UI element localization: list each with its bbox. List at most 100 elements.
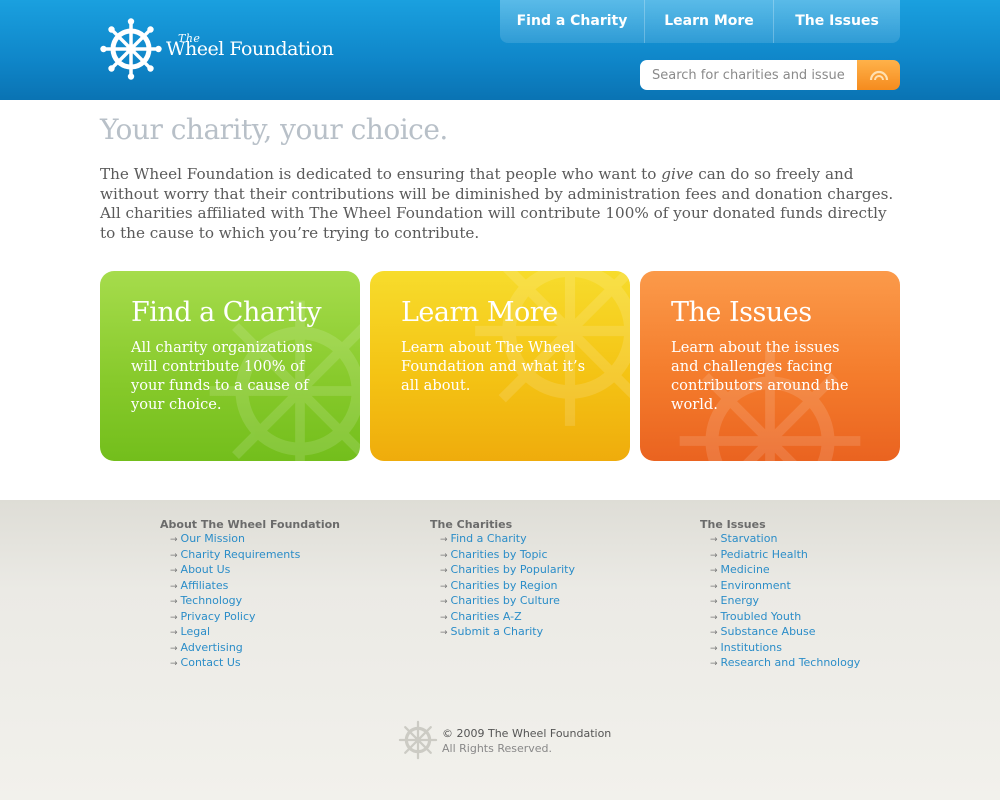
arrow-right-icon: → xyxy=(440,581,448,592)
footer-link-label: Environment xyxy=(720,578,791,592)
footer-link-label: Starvation xyxy=(720,532,778,545)
arrow-right-icon: → xyxy=(710,612,718,623)
footer-link-label: Institutions xyxy=(720,640,782,654)
ship-wheel-icon xyxy=(100,18,162,80)
intro-emphasis: give xyxy=(661,165,694,183)
footer-column-charities: The Charities → Find a Charity → Charities… xyxy=(430,518,690,641)
footer-link[interactable]: → Privacy Policy xyxy=(170,610,420,626)
footer-link-label: Our Mission xyxy=(180,532,245,545)
footer-link[interactable]: → Starvation xyxy=(710,532,960,548)
footer-link-label: Contact Us xyxy=(180,656,241,669)
card-the-issues-wrap: The Issues Learn about the issues and ch… xyxy=(640,271,900,487)
arrow-right-icon: → xyxy=(440,628,448,638)
nav-find-a-charity[interactable]: Find a Charity xyxy=(500,0,645,43)
intro-paragraph: The Wheel Foundation is dedicated to ens… xyxy=(100,165,900,243)
footer-link-list: → Our Mission → Charity Requirements → Abou… xyxy=(160,532,420,672)
footer-link[interactable]: → Pediatric Health xyxy=(710,548,960,564)
footer-link-label: Energy xyxy=(720,594,760,607)
footer-link-label: Research and Technology xyxy=(720,656,861,669)
footer-heading: The Charities xyxy=(430,518,513,531)
footer-link-label: Medicine xyxy=(720,563,770,576)
card-text: Learn about The Wheel Foundation and wha… xyxy=(401,339,586,394)
card-the-issues[interactable]: The Issues Learn about the issues and ch… xyxy=(640,271,900,461)
arrow-right-icon: → xyxy=(710,535,718,545)
intro-text-1: The Wheel Foundation is dedicated to ens… xyxy=(100,165,662,183)
copyright: © 2009 The Wheel Foundation All Rights R… xyxy=(398,720,628,760)
arrow-right-icon: → xyxy=(170,535,178,545)
arrow-right-icon: → xyxy=(710,597,718,607)
footer-link-list: → Starvation → Pediatric Health → Medicine … xyxy=(700,532,960,672)
footer-column-about: About The Wheel Foundation → Our Mission … xyxy=(160,518,420,672)
footer-link-label: Pediatric Health xyxy=(720,547,808,561)
footer-column-issues: The Issues → Starvation → Pediatric Health… xyxy=(700,518,960,672)
footer-link[interactable]: → Energy xyxy=(710,594,960,610)
footer-link-label: Charities by Topic xyxy=(450,547,548,561)
footer-link[interactable]: → Charities by Region xyxy=(440,579,690,595)
footer-link[interactable]: → Submit a Charity xyxy=(440,625,690,641)
arrow-right-icon: → xyxy=(170,628,178,638)
page-headline: Your charity, your choice. xyxy=(100,113,448,146)
search-button[interactable] xyxy=(857,60,900,90)
footer-link-label: Submit a Charity xyxy=(450,625,544,638)
logo-name: Wheel Foundation xyxy=(166,38,334,60)
footer-link-label: Privacy Policy xyxy=(180,609,256,623)
footer-link-label: Legal xyxy=(180,625,211,638)
arrow-right-icon: → xyxy=(170,612,178,623)
nav-learn-more[interactable]: Learn More xyxy=(645,0,774,43)
nav-the-issues[interactable]: The Issues xyxy=(774,0,900,43)
arrow-right-icon: → xyxy=(710,643,718,654)
footer-link-label: Charities by Region xyxy=(450,578,558,592)
ship-wheel-icon xyxy=(398,720,438,760)
card-find-a-charity[interactable]: Find a Charity All charity organizations… xyxy=(100,271,360,461)
footer-link[interactable]: → Troubled Youth xyxy=(710,610,960,626)
arrow-right-icon: → xyxy=(170,643,178,654)
search-box xyxy=(640,60,900,90)
footer-link[interactable]: → About Us xyxy=(170,563,420,579)
arrow-right-icon: → xyxy=(710,550,718,561)
footer-link[interactable]: → Institutions xyxy=(710,641,960,657)
footer-link[interactable]: → Find a Charity xyxy=(440,532,690,548)
footer-link[interactable]: → Advertising xyxy=(170,641,420,657)
card-title: Learn More xyxy=(401,297,558,328)
footer-link-label: Charities by Culture xyxy=(450,594,560,607)
arrow-right-icon: → xyxy=(170,550,178,561)
feature-cards: Find a Charity All charity organizations… xyxy=(100,271,900,486)
footer-link[interactable]: → Legal xyxy=(170,625,420,641)
footer-link[interactable]: → Charities by Culture xyxy=(440,594,690,610)
card-title: Find a Charity xyxy=(131,297,322,328)
arrow-right-icon: → xyxy=(170,566,178,576)
arrow-right-icon: → xyxy=(710,566,718,576)
footer-link[interactable]: → Environment xyxy=(710,579,960,595)
footer-link[interactable]: → Medicine xyxy=(710,563,960,579)
arrow-right-icon: → xyxy=(440,597,448,607)
footer-link[interactable]: → Affiliates xyxy=(170,579,420,595)
main-nav: Find a Charity Learn More The Issues xyxy=(500,0,900,43)
footer-link[interactable]: → Charities by Popularity xyxy=(440,563,690,579)
arrow-right-icon: → xyxy=(170,597,178,607)
card-text: Learn about the issues and challenges fa… xyxy=(671,339,849,413)
footer-link-label: Charity Requirements xyxy=(180,547,301,561)
site-header: The Wheel Foundation Find a Charity Lear… xyxy=(0,0,1000,100)
card-learn-more[interactable]: Learn More Learn about The Wheel Foundat… xyxy=(370,271,630,461)
footer-link[interactable]: → Technology xyxy=(170,594,420,610)
site-logo[interactable]: The Wheel Foundation xyxy=(100,18,360,82)
arrow-right-icon: → xyxy=(440,550,448,561)
arrow-right-icon: → xyxy=(440,612,448,623)
footer-link-label: Troubled Youth xyxy=(720,609,802,623)
footer-link[interactable]: → Contact Us xyxy=(170,656,420,672)
arrow-right-icon: → xyxy=(170,659,178,669)
footer-link-label: Technology xyxy=(180,594,243,607)
footer-link[interactable]: → Charity Requirements xyxy=(170,548,420,564)
footer-link[interactable]: → Substance Abuse xyxy=(710,625,960,641)
copyright-text: © 2009 The Wheel Foundation xyxy=(442,727,612,740)
arrow-right-icon: → xyxy=(710,659,718,669)
search-input[interactable] xyxy=(640,60,857,90)
arrow-right-icon: → xyxy=(710,628,718,638)
footer-link[interactable]: → Charities by Topic xyxy=(440,548,690,564)
card-text: All charity organizations will contribut… xyxy=(131,339,313,413)
footer-link[interactable]: → Charities A-Z xyxy=(440,610,690,626)
card-find-a-charity-wrap: Find a Charity All charity organizations… xyxy=(100,271,360,487)
footer-link[interactable]: → Research and Technology xyxy=(710,656,960,672)
footer-link[interactable]: → Our Mission xyxy=(170,532,420,548)
footer-link-list: → Find a Charity → Charities by Topic → Cha… xyxy=(430,532,690,641)
